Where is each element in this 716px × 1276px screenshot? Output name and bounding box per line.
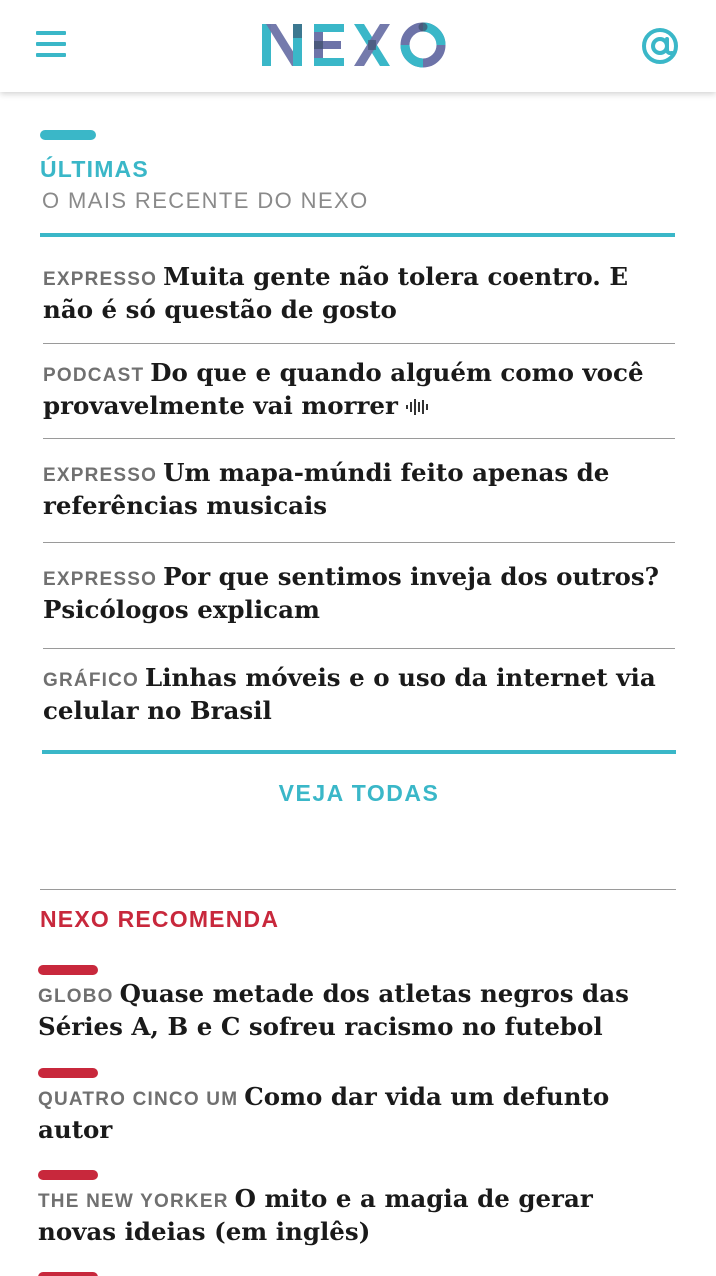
news-item[interactable]: GRÁFICO Linhas móveis e o uso da internet… (43, 649, 675, 749)
recommended-accent-bar (38, 965, 98, 975)
hamburger-menu-icon[interactable] (36, 28, 66, 62)
recommended-source: GLOBO (38, 986, 114, 1007)
recommended-item[interactable]: GLOBO Quase metade dos atletas negros das… (38, 965, 676, 1068)
news-item[interactable]: EXPRESSO Muita gente não tolera coentro. … (43, 237, 675, 344)
top-header (0, 0, 716, 92)
recommended-item[interactable]: THE NEW YORKER O mito e a magia de gerar … (38, 1170, 676, 1272)
audio-waveform-icon (405, 393, 428, 423)
recommended-list: GLOBO Quase metade dos atletas negros das… (38, 965, 676, 1276)
ultimas-accent-bar (40, 130, 96, 140)
recommended-headline[interactable]: Quase metade dos atletas negros das Séri… (38, 979, 629, 1041)
section-divider (40, 889, 676, 890)
recommended-source: THE NEW YORKER (38, 1191, 229, 1212)
news-item[interactable]: PODCAST Do que e quando alguém como você … (43, 344, 675, 439)
at-sign-icon[interactable] (640, 26, 680, 66)
recommended-item[interactable]: QUATRO CINCO UM Como dar vida um defunto … (38, 1068, 676, 1170)
news-item[interactable]: EXPRESSO Por que sentimos inveja dos outr… (43, 543, 675, 649)
news-kicker: GRÁFICO (43, 670, 140, 691)
ultimas-section-subtitle: O MAIS RECENTE DO NEXO (42, 188, 369, 213)
see-all-link[interactable]: VEJA TODAS (42, 780, 676, 807)
news-kicker: EXPRESSO (43, 569, 158, 590)
news-kicker: PODCAST (43, 365, 145, 386)
recommended-accent-bar (38, 1068, 98, 1078)
latest-news-list: EXPRESSO Muita gente não tolera coentro. … (43, 237, 675, 749)
ultimas-section-title: ÚLTIMAS (40, 156, 149, 182)
nexo-logo[interactable] (258, 18, 456, 72)
news-kicker: EXPRESSO (43, 465, 158, 486)
news-item[interactable]: EXPRESSO Um mapa-múndi feito apenas de re… (43, 439, 675, 543)
recomenda-section-title: NEXO RECOMENDA (40, 906, 280, 932)
recommended-accent-bar (38, 1272, 98, 1276)
recommended-source: QUATRO CINCO UM (38, 1089, 239, 1110)
ultimas-bottom-divider (42, 750, 676, 754)
recommended-item[interactable] (38, 1272, 676, 1276)
recommended-accent-bar (38, 1170, 98, 1180)
news-kicker: EXPRESSO (43, 269, 158, 290)
